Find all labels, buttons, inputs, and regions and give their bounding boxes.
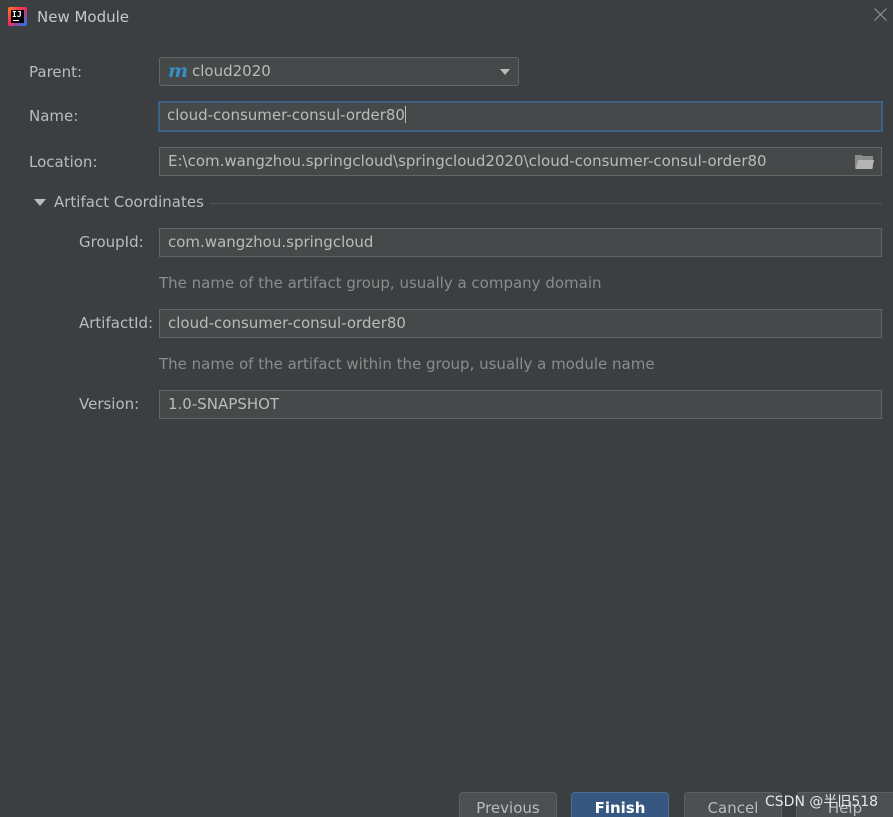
parent-select-value: cloud2020 xyxy=(192,62,271,80)
artifactid-hint: The name of the artifact within the grou… xyxy=(159,355,655,373)
name-input[interactable]: cloud-consumer-consul-order80 xyxy=(158,101,883,132)
artifact-coordinates-title[interactable]: Artifact Coordinates xyxy=(54,193,204,211)
text-caret xyxy=(404,106,406,123)
location-label: Location: xyxy=(29,153,98,171)
browse-folder-icon[interactable] xyxy=(855,155,875,169)
section-divider xyxy=(210,203,882,204)
csdn-watermark: CSDN @半旧518 xyxy=(765,794,879,810)
intellij-app-icon: IJ xyxy=(8,7,27,26)
location-input-value: E:\com.wangzhou.springcloud\springcloud2… xyxy=(168,152,767,170)
version-label: Version: xyxy=(79,395,140,413)
artifactid-input[interactable]: cloud-consumer-consul-order80 xyxy=(159,309,882,338)
title-bar: IJ New Module xyxy=(0,0,893,36)
artifactid-input-value: cloud-consumer-consul-order80 xyxy=(168,314,406,332)
version-input[interactable]: 1.0-SNAPSHOT xyxy=(159,390,882,419)
version-input-value: 1.0-SNAPSHOT xyxy=(168,395,280,413)
groupid-input-value: com.wangzhou.springcloud xyxy=(168,233,374,251)
chevron-down-icon[interactable] xyxy=(500,69,510,75)
collapse-triangle-icon[interactable] xyxy=(34,199,46,206)
artifactid-label: ArtifactId: xyxy=(79,314,154,332)
close-icon[interactable] xyxy=(873,6,889,22)
parent-label: Parent: xyxy=(29,63,83,81)
parent-select[interactable]: m cloud2020 xyxy=(159,57,519,86)
location-input[interactable]: E:\com.wangzhou.springcloud\springcloud2… xyxy=(159,147,882,176)
groupid-hint: The name of the artifact group, usually … xyxy=(159,274,602,292)
finish-button[interactable]: Finish xyxy=(571,792,669,817)
dialog-title: New Module xyxy=(37,8,130,26)
groupid-input[interactable]: com.wangzhou.springcloud xyxy=(159,228,882,257)
name-input-value: cloud-consumer-consul-order80 xyxy=(167,106,405,124)
new-module-dialog: IJ New Module Parent: m cloud2020 Name: … xyxy=(0,0,893,817)
previous-button[interactable]: Previous xyxy=(459,792,557,817)
groupid-label: GroupId: xyxy=(79,233,144,251)
maven-m-icon: m xyxy=(168,60,189,82)
name-label: Name: xyxy=(29,107,79,125)
